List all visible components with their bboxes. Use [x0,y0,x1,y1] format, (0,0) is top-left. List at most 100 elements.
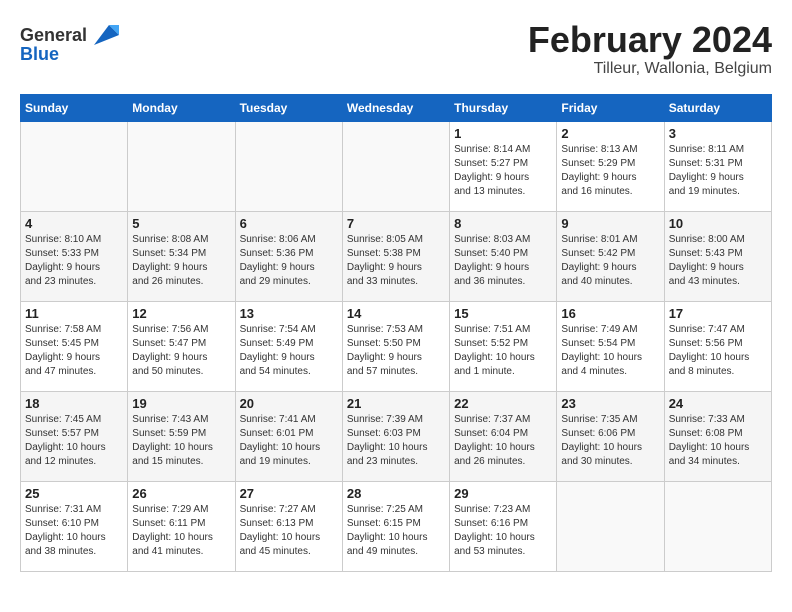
calendar-cell: 13 Sunrise: 7:54 AM Sunset: 5:49 PM Dayli… [235,301,342,391]
day-number: 28 [347,486,445,501]
calendar-cell: 10Sunrise: 8:00 AM Sunset: 5:43 PM Dayli… [664,211,771,301]
day-number: 14 [347,306,445,321]
day-info: Sunrise: 8:14 AM Sunset: 5:27 PM Dayligh… [454,143,552,199]
day-number: 5 [132,216,230,231]
calendar-week-5: 25 Sunrise: 7:31 AM Sunset: 6:10 PM Dayli… [21,481,772,571]
day-number: 25 [25,486,123,501]
day-number: 17 [669,306,767,321]
calendar-cell: 21 Sunrise: 7:39 AM Sunset: 6:03 PM Dayli… [342,391,449,481]
day-number: 15 [454,306,552,321]
day-info: Sunrise: 8:00 AM Sunset: 5:43 PM Dayligh… [669,233,767,289]
calendar-cell [128,121,235,211]
day-number: 19 [132,396,230,411]
calendar-week-1: 1 Sunrise: 8:14 AM Sunset: 5:27 PM Daylig… [21,121,772,211]
calendar-cell: 1 Sunrise: 8:14 AM Sunset: 5:27 PM Daylig… [450,121,557,211]
day-info: Sunrise: 7:37 AM Sunset: 6:04 PM Dayligh… [454,413,552,469]
calendar-cell [21,121,128,211]
day-info: Sunrise: 7:39 AM Sunset: 6:03 PM Dayligh… [347,413,445,469]
day-number: 23 [561,396,659,411]
day-number: 7 [347,216,445,231]
header-wednesday: Wednesday [342,94,449,121]
day-info: Sunrise: 7:58 AM Sunset: 5:45 PM Dayligh… [25,323,123,379]
day-info: Sunrise: 7:29 AM Sunset: 6:11 PM Dayligh… [132,503,230,559]
calendar-cell: 4 Sunrise: 8:10 AM Sunset: 5:33 PM Daylig… [21,211,128,301]
day-info: Sunrise: 8:11 AM Sunset: 5:31 PM Dayligh… [669,143,767,199]
header-monday: Monday [128,94,235,121]
page-subtitle: Tilleur, Wallonia, Belgium [528,60,772,78]
day-number: 13 [240,306,338,321]
calendar-cell [664,481,771,571]
day-number: 2 [561,126,659,141]
calendar-cell: 11 Sunrise: 7:58 AM Sunset: 5:45 PM Dayli… [21,301,128,391]
day-info: Sunrise: 7:54 AM Sunset: 5:49 PM Dayligh… [240,323,338,379]
day-info: Sunrise: 7:53 AM Sunset: 5:50 PM Dayligh… [347,323,445,379]
calendar-cell: 5 Sunrise: 8:08 AM Sunset: 5:34 PM Daylig… [128,211,235,301]
day-number: 4 [25,216,123,231]
day-info: Sunrise: 7:47 AM Sunset: 5:56 PM Dayligh… [669,323,767,379]
calendar-cell: 29 Sunrise: 7:23 AM Sunset: 6:16 PM Dayli… [450,481,557,571]
calendar-cell: 9 Sunrise: 8:01 AM Sunset: 5:42 PM Daylig… [557,211,664,301]
day-info: Sunrise: 7:23 AM Sunset: 6:16 PM Dayligh… [454,503,552,559]
calendar-cell [557,481,664,571]
day-number: 9 [561,216,659,231]
calendar-cell: 18Sunrise: 7:45 AM Sunset: 5:57 PM Dayli… [21,391,128,481]
day-info: Sunrise: 8:03 AM Sunset: 5:40 PM Dayligh… [454,233,552,289]
calendar-cell: 3 Sunrise: 8:11 AM Sunset: 5:31 PM Daylig… [664,121,771,211]
header-thursday: Thursday [450,94,557,121]
calendar-cell: 12 Sunrise: 7:56 AM Sunset: 5:47 PM Dayli… [128,301,235,391]
calendar-cell: 20 Sunrise: 7:41 AM Sunset: 6:01 PM Dayli… [235,391,342,481]
day-number: 29 [454,486,552,501]
day-number: 20 [240,396,338,411]
day-number: 11 [25,306,123,321]
calendar-cell: 15 Sunrise: 7:51 AM Sunset: 5:52 PM Dayli… [450,301,557,391]
calendar-cell [235,121,342,211]
calendar-header-row: SundayMondayTuesdayWednesdayThursdayFrid… [21,94,772,121]
day-number: 26 [132,486,230,501]
day-info: Sunrise: 7:31 AM Sunset: 6:10 PM Dayligh… [25,503,123,559]
calendar-cell: 25 Sunrise: 7:31 AM Sunset: 6:10 PM Dayli… [21,481,128,571]
day-info: Sunrise: 7:35 AM Sunset: 6:06 PM Dayligh… [561,413,659,469]
day-info: Sunrise: 7:41 AM Sunset: 6:01 PM Dayligh… [240,413,338,469]
title-area: February 2024 Tilleur, Wallonia, Belgium [528,20,772,78]
calendar-cell: 27 Sunrise: 7:27 AM Sunset: 6:13 PM Dayli… [235,481,342,571]
calendar-week-2: 4 Sunrise: 8:10 AM Sunset: 5:33 PM Daylig… [21,211,772,301]
day-number: 12 [132,306,230,321]
logo-blue-text: Blue [20,44,59,65]
day-number: 16 [561,306,659,321]
day-number: 18 [25,396,123,411]
calendar-week-4: 18Sunrise: 7:45 AM Sunset: 5:57 PM Dayli… [21,391,772,481]
calendar-week-3: 11 Sunrise: 7:58 AM Sunset: 5:45 PM Dayli… [21,301,772,391]
calendar-table: SundayMondayTuesdayWednesdayThursdayFrid… [20,94,772,572]
day-info: Sunrise: 7:49 AM Sunset: 5:54 PM Dayligh… [561,323,659,379]
day-info: Sunrise: 7:56 AM Sunset: 5:47 PM Dayligh… [132,323,230,379]
calendar-cell: 22Sunrise: 7:37 AM Sunset: 6:04 PM Dayli… [450,391,557,481]
header-tuesday: Tuesday [235,94,342,121]
page-title: February 2024 [528,20,772,60]
day-number: 3 [669,126,767,141]
day-info: Sunrise: 8:13 AM Sunset: 5:29 PM Dayligh… [561,143,659,199]
header-saturday: Saturday [664,94,771,121]
calendar-cell: 8Sunrise: 8:03 AM Sunset: 5:40 PM Daylig… [450,211,557,301]
calendar-cell: 19Sunrise: 7:43 AM Sunset: 5:59 PM Dayli… [128,391,235,481]
day-number: 24 [669,396,767,411]
calendar-cell: 14 Sunrise: 7:53 AM Sunset: 5:50 PM Dayli… [342,301,449,391]
calendar-cell: 17 Sunrise: 7:47 AM Sunset: 5:56 PM Dayli… [664,301,771,391]
day-info: Sunrise: 8:01 AM Sunset: 5:42 PM Dayligh… [561,233,659,289]
calendar-cell: 6 Sunrise: 8:06 AM Sunset: 5:36 PM Daylig… [235,211,342,301]
day-info: Sunrise: 8:08 AM Sunset: 5:34 PM Dayligh… [132,233,230,289]
day-number: 27 [240,486,338,501]
calendar-cell: 7 Sunrise: 8:05 AM Sunset: 5:38 PM Daylig… [342,211,449,301]
day-number: 21 [347,396,445,411]
day-info: Sunrise: 8:06 AM Sunset: 5:36 PM Dayligh… [240,233,338,289]
day-info: Sunrise: 7:51 AM Sunset: 5:52 PM Dayligh… [454,323,552,379]
calendar-cell [342,121,449,211]
logo-icon [89,20,119,50]
day-info: Sunrise: 7:27 AM Sunset: 6:13 PM Dayligh… [240,503,338,559]
calendar-cell: 26 Sunrise: 7:29 AM Sunset: 6:11 PM Dayli… [128,481,235,571]
calendar-cell: 23 Sunrise: 7:35 AM Sunset: 6:06 PM Dayli… [557,391,664,481]
day-info: Sunrise: 8:05 AM Sunset: 5:38 PM Dayligh… [347,233,445,289]
logo-general-text: General [20,25,87,46]
day-number: 6 [240,216,338,231]
day-number: 1 [454,126,552,141]
day-info: Sunrise: 8:10 AM Sunset: 5:33 PM Dayligh… [25,233,123,289]
